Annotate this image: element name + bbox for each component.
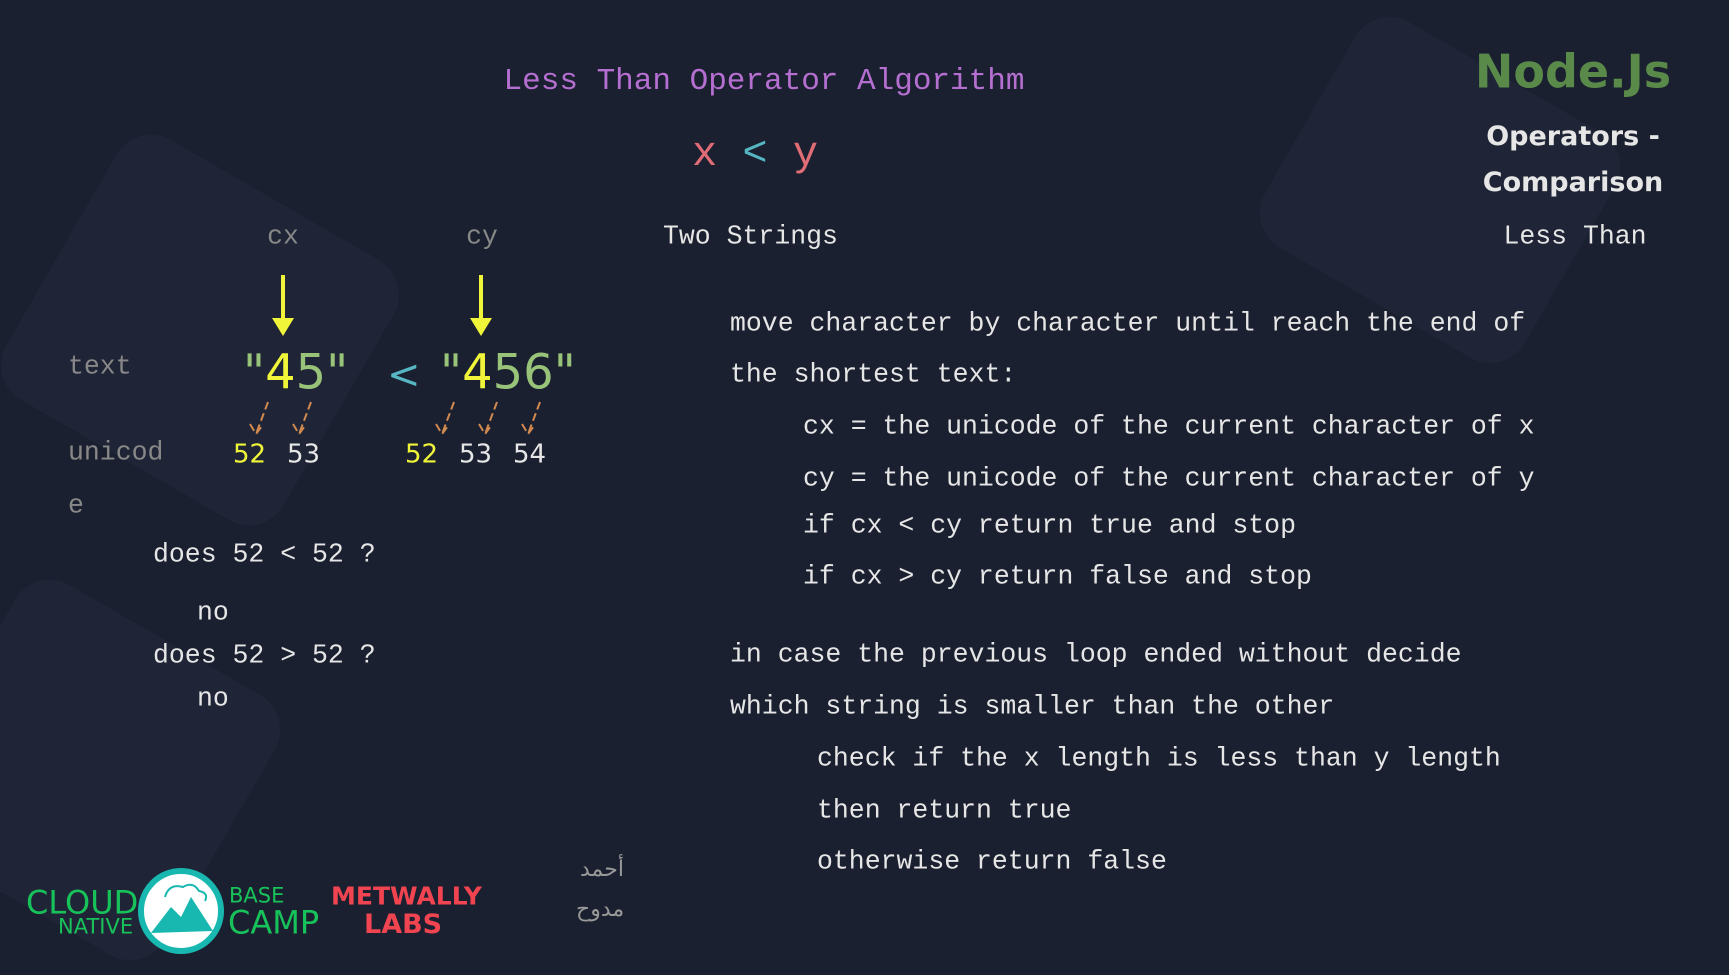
answer-2: no [197,683,229,714]
arabic-signature: مدوح [576,896,625,922]
algo-line: the shortest text: [730,359,1017,390]
cy-arrowhead [470,318,492,336]
string-x: "45" [243,344,349,401]
small-arrow-icon [478,401,498,436]
topic-line1: Operators - [1486,121,1660,153]
small-arrow-icon [292,401,312,436]
algo-step: otherwise return false [817,846,1167,877]
algo-line: which string is smaller than the other [730,691,1335,722]
algo-step: check if the x length is less than y len… [817,743,1501,774]
y-code: 52 [405,439,439,470]
x-code: 52 [233,439,267,470]
small-arrow-icon [521,401,541,436]
text-label: text [68,351,132,382]
topic-line2: Comparison [1482,167,1664,199]
cx-arrowhead [272,318,294,336]
answer-1: no [197,597,229,628]
less-than-op: < [387,352,421,398]
small-arrow-icon [249,401,269,436]
string-y: "456" [440,344,576,401]
algo-step: then return true [817,795,1072,826]
question-1: does 52 < 52 ? [153,539,376,570]
question-2: does 52 > 52 ? [153,640,376,671]
brand-title: Node.Js [1474,44,1672,99]
x-code: 53 [287,439,321,470]
y-code: 53 [459,439,493,470]
algo-line: move character by character until reach … [730,308,1526,339]
expr-op: < [742,129,768,178]
y-code: 54 [513,439,547,470]
subtopic: Less Than [1503,221,1647,252]
unicode-label: unicod [68,437,164,468]
unicode-label-wrap: e [68,490,84,521]
mountain-icon [138,868,224,954]
expr-y: y [792,129,819,178]
algo-step: cx = the unicode of the current characte… [803,411,1535,442]
small-arrow-icon [435,401,455,436]
algo-line: in case the previous loop ended without … [730,639,1462,670]
algo-step: cy = the unicode of the current characte… [803,463,1535,494]
arabic-signature: أحمد [580,856,624,882]
expression: x < y [692,131,818,177]
algo-step: if cx < cy return true and stop [803,510,1296,541]
algo-step: if cx > cy return false and stop [803,561,1312,592]
